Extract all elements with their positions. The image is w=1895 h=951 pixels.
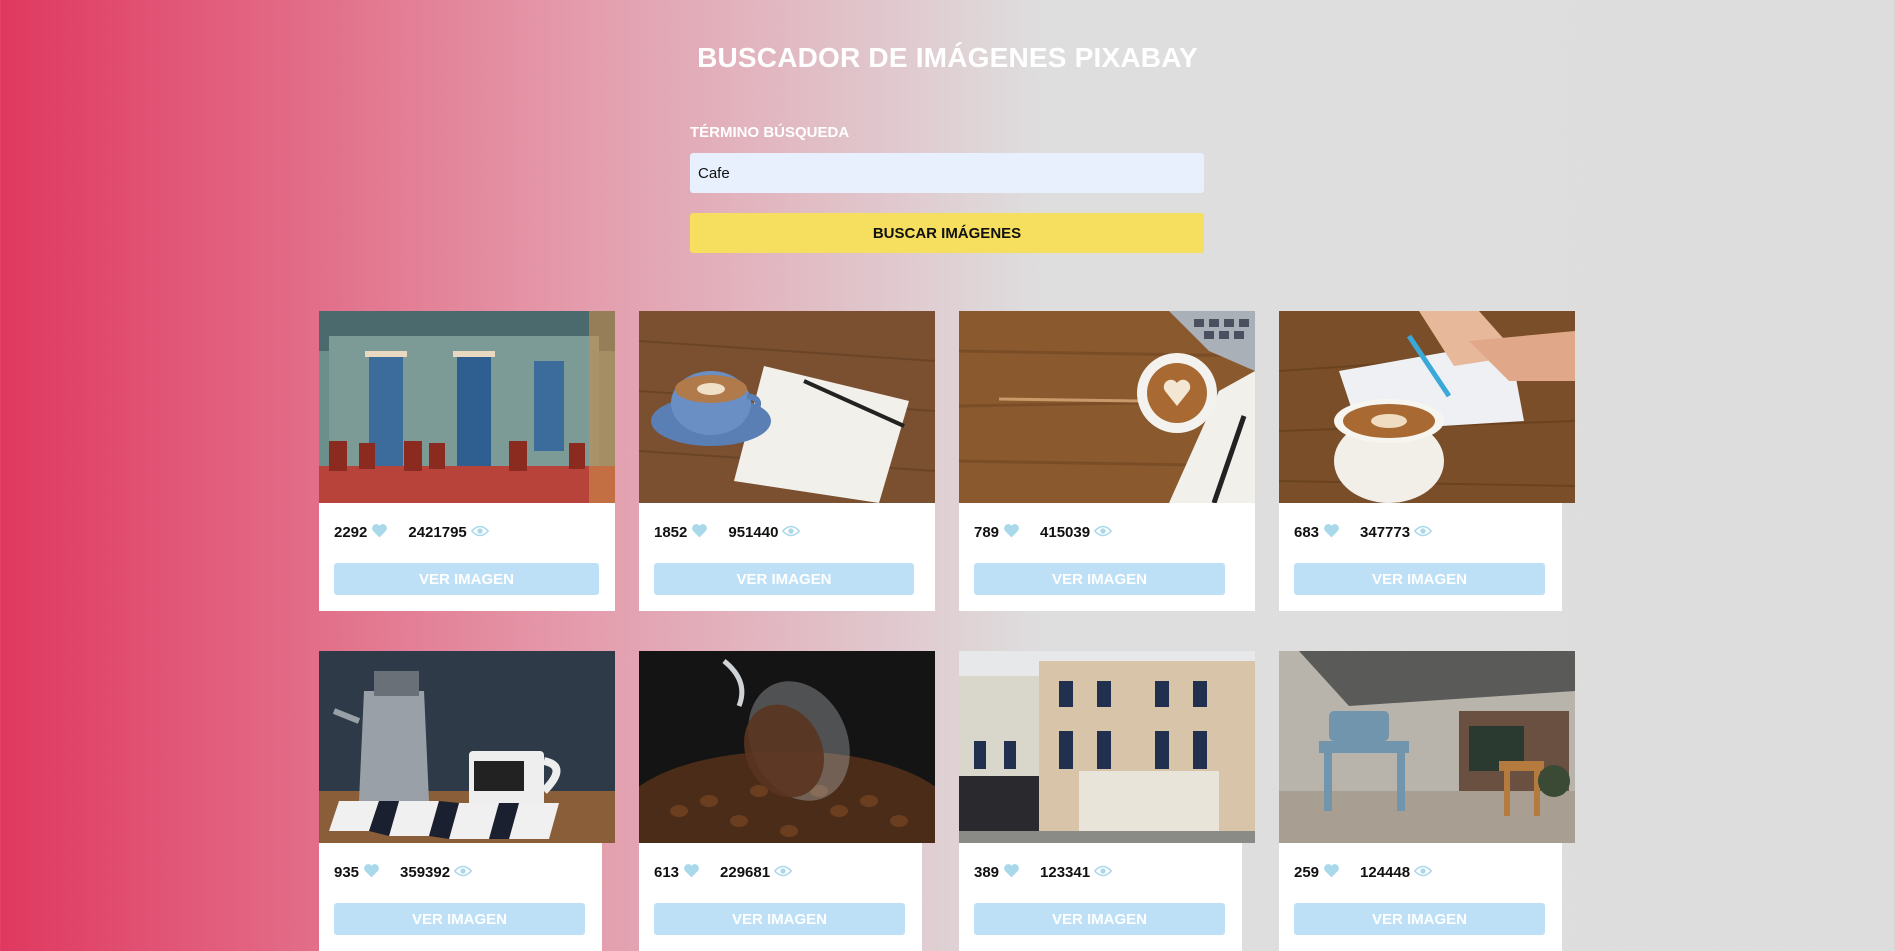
search-form: TÉRMINO BÚSQUEDA BUSCAR IMÁGENES [690,124,1204,253]
likes-count: 259 [1294,864,1320,881]
likes-stat: 935 [334,863,380,882]
views-stat: 123341 [1040,864,1113,881]
result-stats: 389 123341 [974,863,1113,882]
views-stat: 359392 [400,864,473,881]
views-count: 123341 [1040,864,1091,881]
view-image-button[interactable]: VER IMAGEN [654,563,914,595]
view-image-button[interactable]: VER IMAGEN [334,563,599,595]
eye-icon [782,524,801,541]
search-label: TÉRMINO BÚSQUEDA [690,124,850,141]
result-card-body: 613 229681 VER IMAGEN [639,843,922,951]
views-stat: 951440 [728,524,801,541]
heart-icon [371,523,388,542]
views-count: 2421795 [408,524,467,541]
likes-count: 789 [974,524,1000,541]
result-image[interactable] [319,651,615,843]
heart-icon [683,863,700,882]
view-image-button[interactable]: VER IMAGEN [974,563,1225,595]
likes-stat: 789 [974,523,1020,542]
views-count: 415039 [1040,524,1091,541]
result-card: 2292 2421795 VER IMAGEN [319,311,615,611]
likes-stat: 389 [974,863,1020,882]
views-stat: 229681 [720,864,793,881]
likes-stat: 683 [1294,523,1340,542]
views-count: 359392 [400,864,451,881]
view-image-button[interactable]: VER IMAGEN [654,903,905,935]
likes-stat: 259 [1294,863,1340,882]
heart-icon [1003,863,1020,882]
result-stats: 683 347773 [1294,523,1433,542]
result-card-body: 789 415039 VER IMAGEN [959,503,1255,611]
result-card: 259 124448 VER IMAGEN [1279,651,1575,951]
result-image[interactable] [639,311,935,503]
views-stat: 347773 [1360,524,1433,541]
likes-count: 1852 [654,524,688,541]
result-card-body: 389 123341 VER IMAGEN [959,843,1242,951]
likes-count: 683 [1294,524,1320,541]
heart-icon [1323,863,1340,882]
result-card: 935 359392 VER IMAGEN [319,651,615,951]
result-card-body: 2292 2421795 VER IMAGEN [319,503,615,611]
result-card-body: 1852 951440 VER IMAGEN [639,503,935,611]
likes-stat: 1852 [654,523,708,542]
result-card: 683 347773 VER IMAGEN [1279,311,1575,611]
likes-stat: 2292 [334,523,388,542]
views-count: 124448 [1360,864,1411,881]
result-card-body: 259 124448 VER IMAGEN [1279,843,1562,951]
result-stats: 259 124448 [1294,863,1433,882]
views-count: 951440 [728,524,779,541]
result-image[interactable] [639,651,935,843]
heart-icon [691,523,708,542]
page-title-text: BUSCADOR DE IMÁGENES PIXABAY [697,42,1198,73]
result-card: 789 415039 VER IMAGEN [959,311,1255,611]
likes-count: 613 [654,864,680,881]
search-button[interactable]: BUSCAR IMÁGENES [690,213,1204,253]
result-image[interactable] [959,311,1255,503]
likes-count: 2292 [334,524,368,541]
views-stat: 124448 [1360,864,1433,881]
result-image[interactable] [1279,311,1575,503]
view-image-button[interactable]: VER IMAGEN [334,903,585,935]
views-count: 347773 [1360,524,1411,541]
eye-icon [470,524,490,541]
result-card: 1852 951440 VER IMAGEN [639,311,935,611]
eye-icon [1413,524,1433,541]
result-card: 389 123341 VER IMAGEN [959,651,1255,951]
eye-icon [453,864,473,881]
likes-count: 935 [334,864,360,881]
result-stats: 1852 951440 [654,523,801,542]
page-title: BUSCADOR DE IMÁGENES PIXABAY [0,42,1895,74]
eye-icon [773,864,793,881]
search-input[interactable] [690,153,1204,193]
view-image-button[interactable]: VER IMAGEN [1294,903,1545,935]
result-stats: 789 415039 [974,523,1113,542]
eye-icon [1093,524,1113,541]
heart-icon [1323,523,1340,542]
result-image[interactable] [319,311,615,503]
heart-icon [363,863,380,882]
result-stats: 613 229681 [654,863,793,882]
result-stats: 2292 2421795 [334,523,490,542]
views-stat: 415039 [1040,524,1113,541]
eye-icon [1093,864,1113,881]
eye-icon [1413,864,1433,881]
view-image-button[interactable]: VER IMAGEN [1294,563,1545,595]
view-image-button[interactable]: VER IMAGEN [974,903,1225,935]
views-count: 229681 [720,864,771,881]
result-card-body: 683 347773 VER IMAGEN [1279,503,1562,611]
views-stat: 2421795 [408,524,490,541]
result-image[interactable] [1279,651,1575,843]
result-card-body: 935 359392 VER IMAGEN [319,843,602,951]
heart-icon [1003,523,1020,542]
result-image[interactable] [959,651,1255,843]
likes-count: 389 [974,864,1000,881]
result-stats: 935 359392 [334,863,473,882]
result-card: 613 229681 VER IMAGEN [639,651,935,951]
likes-stat: 613 [654,863,700,882]
